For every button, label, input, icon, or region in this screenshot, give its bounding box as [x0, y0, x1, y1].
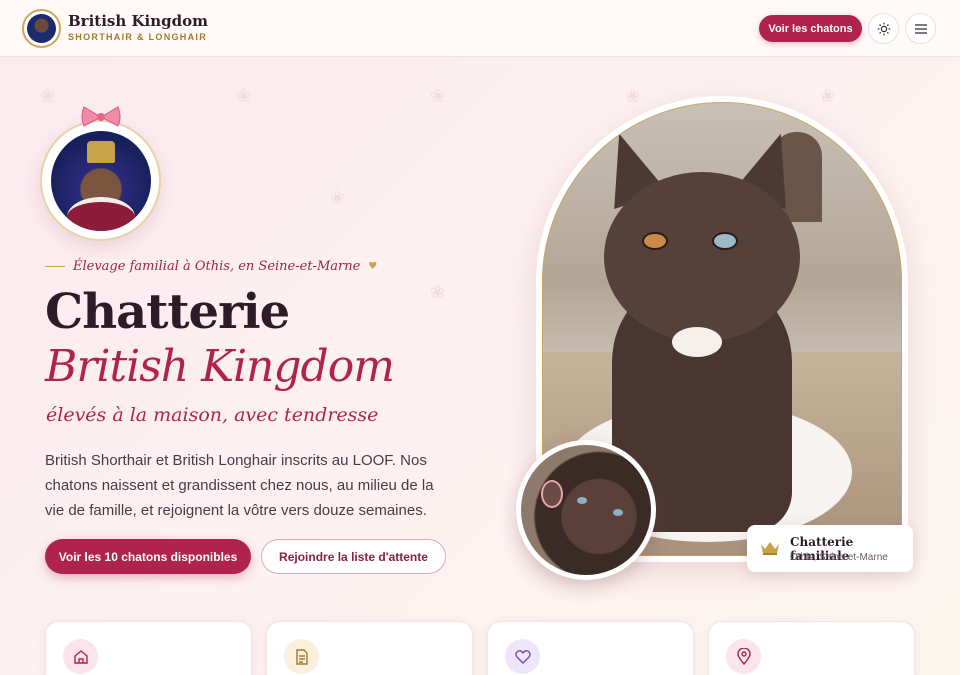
- brand-logo[interactable]: [22, 9, 61, 48]
- menu-button[interactable]: [905, 13, 936, 44]
- waiting-list-button[interactable]: Rejoindre la liste d'attente: [261, 539, 446, 574]
- heart-icon: ♥: [368, 261, 378, 272]
- location-pin-icon: [726, 639, 761, 674]
- paw-decoration-icon: ❀: [625, 86, 641, 106]
- royal-cat-emblem: [40, 120, 161, 241]
- sun-icon: [877, 22, 890, 35]
- kitten-circle-photo: [516, 440, 656, 580]
- paw-decoration-icon: ❀: [820, 86, 836, 106]
- feature-card-location[interactable]: [708, 621, 915, 675]
- site-header: British Kingdom SHORTHAIR & LONGHAIR Voi…: [0, 0, 960, 57]
- heart-icon: [505, 639, 540, 674]
- document-icon: [284, 639, 319, 674]
- tagline-text: Élevage familial à Othis, en Seine-et-Ma…: [73, 259, 361, 274]
- feature-card-document[interactable]: [266, 621, 473, 675]
- tagline-dash: [45, 265, 65, 268]
- paw-decoration-icon: ❀: [430, 282, 446, 302]
- family-cattery-badge: Chatterie familiale Othis, Seine-et-Marn…: [747, 525, 913, 572]
- available-kittens-button[interactable]: Voir les 10 chatons disponibles: [45, 539, 251, 574]
- paw-decoration-icon: ❀: [330, 188, 346, 208]
- paw-decoration-icon: ❀: [430, 86, 446, 106]
- hamburger-icon: [914, 23, 927, 34]
- feature-card-heart[interactable]: [487, 621, 694, 675]
- badge-subtitle: Othis, Seine-et-Marne: [790, 552, 888, 563]
- ribbon-bow-icon: [81, 106, 121, 127]
- crown-icon: [761, 542, 779, 555]
- home-icon: [63, 639, 98, 674]
- hero-title-line1: Chatterie: [45, 284, 290, 340]
- theme-toggle-button[interactable]: [868, 13, 899, 44]
- brand-name[interactable]: British Kingdom: [68, 12, 208, 30]
- hero-subtitle: élevés à la maison, avec tendresse: [46, 404, 379, 426]
- paw-decoration-icon: ❀: [40, 86, 56, 106]
- see-kittens-button[interactable]: Voir les chatons: [759, 15, 862, 42]
- hero-tagline: Élevage familial à Othis, en Seine-et-Ma…: [45, 259, 377, 274]
- hero-title-line2: British Kingdom: [45, 341, 395, 392]
- hero-description: British Shorthair et British Longhair in…: [45, 452, 434, 519]
- brand-subtitle: SHORTHAIR & LONGHAIR: [68, 32, 207, 42]
- paw-decoration-icon: ❀: [236, 86, 252, 106]
- feature-card-home[interactable]: [45, 621, 252, 675]
